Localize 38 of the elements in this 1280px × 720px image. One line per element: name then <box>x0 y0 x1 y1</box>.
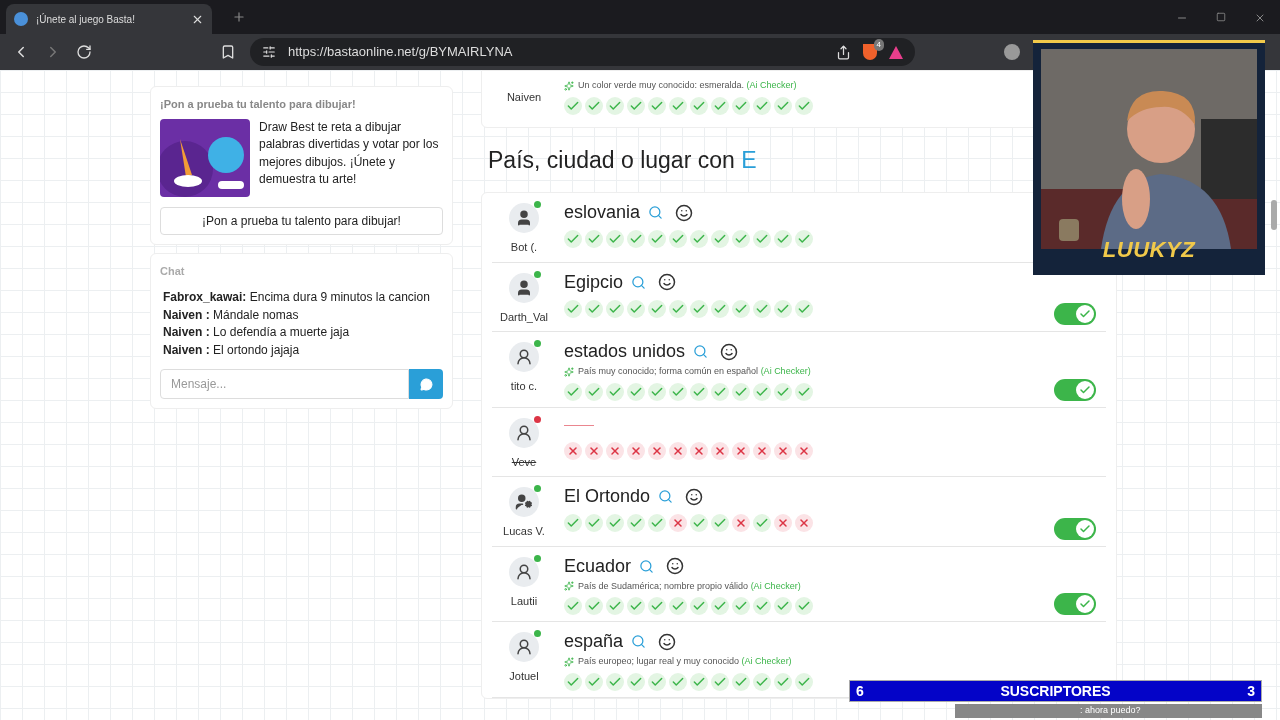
answer-word: eslovania <box>564 201 641 224</box>
player-name: Lucas V. <box>503 524 545 539</box>
tab-title: ¡Únete al juego Basta! <box>36 12 136 27</box>
url-text: https://bastaonline.net/g/BYMAIRLYNA <box>288 43 514 62</box>
player-name: Lautii <box>510 593 538 609</box>
hint-text: País muy conocido; forma común en español (Ai Checker) <box>578 365 811 378</box>
answer-word: estados unidos <box>564 340 686 363</box>
address-bar[interactable]: https://bastaonline.net/g/BYMAIRLYNA 4 <box>250 38 915 66</box>
chat-message: Fabrox_kawai: Encima dura 9 minutos la cancion <box>162 289 431 306</box>
promo-button[interactable]: ¡Pon a prueba tu talento para dibujar! <box>160 206 443 235</box>
shield-badge: 4 <box>873 39 884 51</box>
hint-text: Un color verde muy conocido: esmeralda. (Ai Checker) <box>578 79 797 92</box>
message-input[interactable]: Mensaje... <box>160 369 409 399</box>
hint-text: País europeo; lugar real y muy conocido (Ai Checker) <box>578 655 792 668</box>
hint-text: País de Sudamérica; nombre propio válido (Ai Checker) <box>578 579 801 593</box>
player-name: Bot (. <box>510 240 538 255</box>
answer-word: El Ortondo <box>564 485 651 508</box>
streamer-name: LUUKYZ <box>1102 236 1196 264</box>
answer-word: Ecuador <box>564 554 632 578</box>
player-name: Jotuel <box>509 669 539 684</box>
chat-title: Chat <box>160 263 186 279</box>
player-name: Darth_Val <box>499 309 549 325</box>
answer-word: españa <box>564 630 624 653</box>
chat-message: Naiven : Mándale nomas <box>162 306 300 324</box>
chat-message: Naiven : Lo defendía a muerte jaja <box>162 324 351 341</box>
goal-label: SUSCRIPTORES <box>999 681 1112 701</box>
player-name: Veve <box>511 454 537 470</box>
browser-tab[interactable]: ¡Únete al juego Basta! <box>6 4 212 34</box>
promo-description: Draw Best te reta a dibujar palabras divertidas y votar por los mejores dibujos. ¡Únete y demuestra tu arte! <box>259 118 440 188</box>
answer-word: Egipcio <box>564 270 624 294</box>
chat-message: Naiven : El ortondo jajaja <box>162 341 301 359</box>
promo-title: ¡Pon a prueba tu talento para dibujar! <box>160 97 357 112</box>
player-name: Naiven <box>506 90 542 105</box>
player-name: tito c. <box>510 379 538 394</box>
goal-target: 3 <box>1247 681 1255 701</box>
goal-current: 6 <box>856 681 864 701</box>
chat-ticker: : ahora puedo? <box>955 704 1262 718</box>
category-title: País, ciudad o lugar con E <box>487 145 758 175</box>
